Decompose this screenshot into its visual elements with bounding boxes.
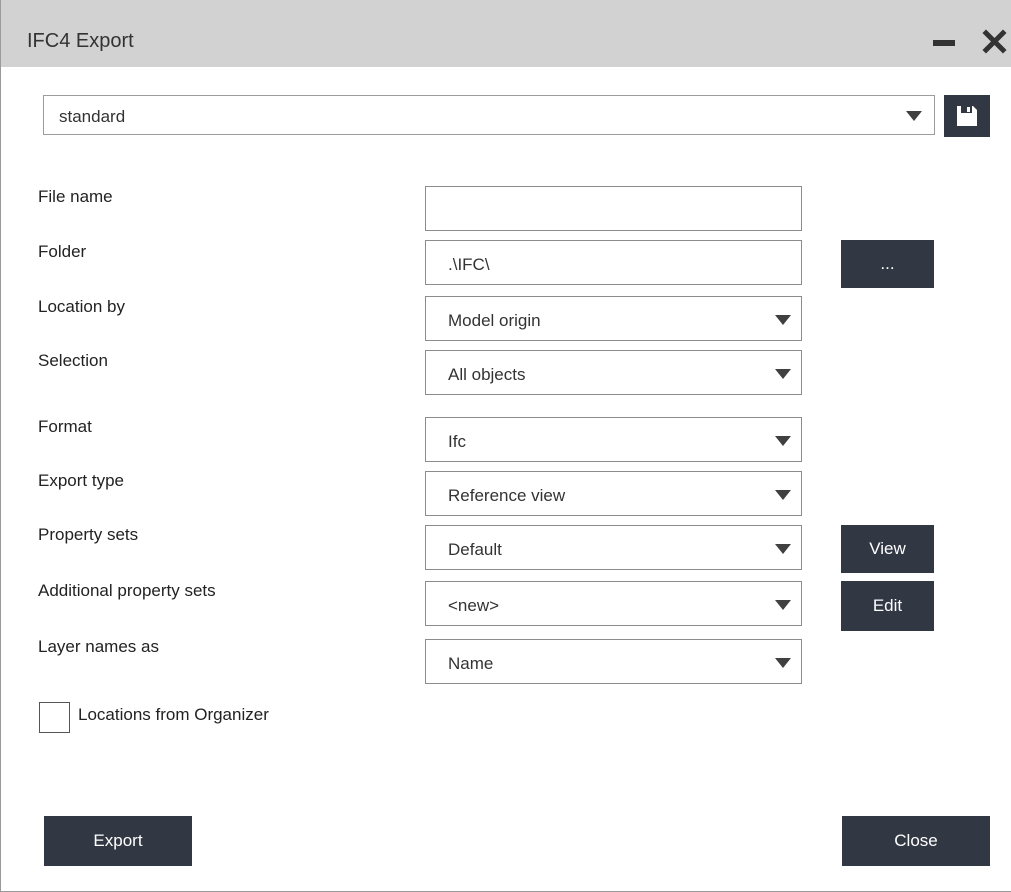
- format-value: Ifc: [448, 432, 466, 451]
- additional-property-sets-value: <new>: [448, 596, 500, 615]
- property-sets-label: Property sets: [38, 525, 139, 544]
- layer-names-as-value: Name: [448, 654, 494, 673]
- minimize-icon[interactable]: [933, 40, 955, 46]
- chevron-down-icon: [775, 490, 791, 500]
- view-property-sets-button[interactable]: View: [841, 525, 934, 573]
- property-sets-value: Default: [448, 540, 502, 559]
- close-button[interactable]: Close: [842, 816, 990, 866]
- ifc4-export-dialog: IFC4 Export standard File name Folder .\…: [0, 0, 1011, 892]
- layer-names-as-label: Layer names as: [38, 637, 159, 656]
- export-type-label: Export type: [38, 471, 124, 490]
- format-select[interactable]: Ifc: [425, 417, 802, 462]
- export-button[interactable]: Export: [44, 816, 192, 866]
- folder-input[interactable]: .\IFC\: [425, 240, 802, 285]
- locations-from-organizer-checkbox[interactable]: [39, 702, 70, 733]
- selection-value: All objects: [448, 365, 526, 384]
- browse-folder-button[interactable]: ...: [841, 240, 934, 288]
- additional-property-sets-label: Additional property sets: [38, 581, 216, 600]
- export-type-select[interactable]: Reference view: [425, 471, 802, 516]
- file-name-input[interactable]: [425, 186, 802, 231]
- close-window-icon[interactable]: [981, 24, 1011, 60]
- preset-value: standard: [59, 107, 126, 126]
- chevron-down-icon: [775, 600, 791, 610]
- chevron-down-icon: [775, 544, 791, 554]
- chevron-down-icon: [775, 369, 791, 379]
- selection-select[interactable]: All objects: [425, 350, 802, 395]
- selection-label: Selection: [38, 351, 108, 370]
- edit-additional-property-sets-button[interactable]: Edit: [841, 581, 934, 631]
- chevron-down-icon: [906, 111, 922, 121]
- save-preset-button[interactable]: [944, 95, 990, 137]
- location-by-select[interactable]: Model origin: [425, 296, 802, 341]
- folder-value: .\IFC\: [448, 255, 490, 274]
- format-label: Format: [38, 417, 92, 436]
- property-sets-select[interactable]: Default: [425, 525, 802, 570]
- folder-label: Folder: [38, 242, 87, 261]
- preset-dropdown[interactable]: standard: [43, 95, 935, 135]
- locations-from-organizer-label[interactable]: Locations from Organizer: [78, 705, 269, 725]
- layer-names-as-select[interactable]: Name: [425, 639, 802, 684]
- export-type-value: Reference view: [448, 486, 566, 505]
- additional-property-sets-select[interactable]: <new>: [425, 581, 802, 626]
- chevron-down-icon: [775, 315, 791, 325]
- save-icon: [957, 106, 977, 126]
- location-by-label: Location by: [38, 297, 125, 316]
- title-bar[interactable]: IFC4 Export: [1, 0, 1011, 67]
- file-name-label: File name: [38, 187, 113, 206]
- chevron-down-icon: [775, 436, 791, 446]
- window-title: IFC4 Export: [27, 30, 134, 52]
- chevron-down-icon: [775, 658, 791, 668]
- location-by-value: Model origin: [448, 311, 541, 330]
